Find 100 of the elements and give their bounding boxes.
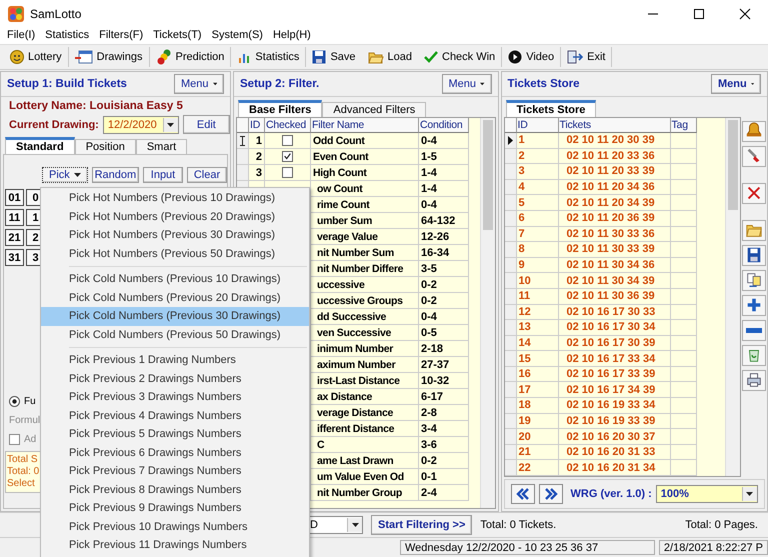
pages-total: Total: 0 Pages. xyxy=(685,519,758,531)
menu-item[interactable]: Tickets(T) xyxy=(148,28,207,44)
menu-item[interactable]: Pick Previous 9 Drawings Numbers xyxy=(41,499,309,518)
zoom-dropdown[interactable]: 100% xyxy=(656,485,758,504)
menu-item[interactable]: Pick Cold Numbers (Previous 20 Drawings) xyxy=(41,288,309,307)
tab[interactable]: Standard xyxy=(5,137,75,154)
column-header[interactable]: Tickets xyxy=(558,118,670,133)
window-title: SamLotto xyxy=(30,7,82,21)
menu-item[interactable]: System(S) xyxy=(206,28,268,44)
table-cell: 2-8 xyxy=(419,405,469,421)
column-header[interactable]: ID xyxy=(516,118,558,133)
table-cell: 5 xyxy=(516,195,558,211)
toolbar-button[interactable] xyxy=(742,220,766,241)
table-cell: ifferent Distance xyxy=(311,421,419,437)
panel-title: Tickets Store xyxy=(508,78,580,90)
toolbar-button[interactable]: Input xyxy=(143,167,183,183)
menu-button[interactable]: Menu xyxy=(174,74,224,94)
start-filtering-button[interactable]: Start Filtering >> xyxy=(371,515,472,535)
table-cell: 02 10 11 20 33 36 xyxy=(558,148,670,164)
toolbar-button[interactable]: Save xyxy=(306,47,362,67)
drawing-date-dropdown[interactable]: 12/2/2020 xyxy=(102,116,179,134)
menu-item[interactable]: Pick Previous 6 Drawings Numbers xyxy=(41,444,309,462)
menu-button[interactable]: Menu xyxy=(442,74,492,94)
column-header[interactable]: Tag xyxy=(670,118,696,133)
table-cell: ax Distance xyxy=(311,389,419,405)
row-header[interactable] xyxy=(237,133,249,149)
menu-item[interactable]: Pick Cold Numbers (Previous 30 Drawings) xyxy=(41,307,309,326)
menu-item[interactable]: Pick Previous 3 Drawings Numbers xyxy=(41,388,309,406)
checkbox[interactable] xyxy=(9,434,20,445)
table-cell: 21 xyxy=(516,444,558,460)
menu-item[interactable]: Pick Previous 1 Drawing Numbers xyxy=(41,351,309,370)
toolbar-button[interactable] xyxy=(742,244,766,266)
column-header[interactable]: ID xyxy=(249,118,265,133)
number-cell[interactable]: 21 xyxy=(5,229,24,246)
previous-page-button[interactable] xyxy=(510,484,534,504)
toolbar-button[interactable]: Prediction xyxy=(150,47,232,67)
table-cell: 3 xyxy=(249,165,265,181)
column-header[interactable]: Condition xyxy=(419,118,469,133)
pick-button[interactable]: Pick xyxy=(42,167,88,183)
row-header[interactable] xyxy=(504,132,516,149)
toolbar-button[interactable]: Load xyxy=(362,47,418,67)
toolbar-button[interactable]: Exit xyxy=(561,47,612,67)
scrollbar[interactable] xyxy=(480,118,494,508)
menu-item[interactable]: Pick Previous 11 Drawings Numbers xyxy=(41,536,309,554)
column-header[interactable]: Filter Name xyxy=(311,118,419,133)
menu-item[interactable]: Help(H) xyxy=(268,28,316,44)
menu-item[interactable]: Pick Cold Numbers (Previous 10 Drawings) xyxy=(41,270,309,288)
table-cell: 0-2 xyxy=(419,453,469,469)
toolbar-button[interactable] xyxy=(742,182,766,204)
option-label: Ad xyxy=(24,434,36,445)
table-cell: 02 10 11 20 33 39 xyxy=(558,164,670,180)
column-header[interactable]: Checked xyxy=(265,118,311,133)
tab[interactable]: Smart xyxy=(136,139,188,154)
toolbar-button[interactable] xyxy=(742,270,766,291)
menu-item[interactable]: Pick Previous 5 Drawings Numbers xyxy=(41,425,309,444)
toolbar-button[interactable] xyxy=(742,146,766,167)
menu-button[interactable]: Menu xyxy=(711,74,761,94)
menu-item[interactable]: Pick Previous 7 Drawings Numbers xyxy=(41,462,309,480)
menu-item[interactable]: File(I) xyxy=(2,28,40,44)
caret-icon xyxy=(167,122,174,126)
table-cell: 6 xyxy=(516,210,558,227)
tab[interactable]: Advanced Filters xyxy=(322,102,426,117)
toolbar-button[interactable]: Lottery xyxy=(4,47,69,67)
scrollbar[interactable] xyxy=(725,118,740,476)
next-page-button[interactable] xyxy=(538,484,562,504)
number-cell[interactable]: 01 xyxy=(5,189,24,206)
toolbar-button[interactable] xyxy=(742,320,766,341)
menu-item[interactable]: Filters(F) xyxy=(94,28,148,44)
menu-item[interactable]: Pick Previous 4 Drawings Numbers xyxy=(41,406,309,425)
toolbar-button[interactable] xyxy=(742,344,766,366)
menu-item[interactable]: Pick Previous 8 Drawings Numbers xyxy=(41,480,309,499)
toolbar-button[interactable]: Clear xyxy=(187,167,227,183)
toolbar-button[interactable]: Check Win xyxy=(418,47,502,67)
save-icon xyxy=(745,246,763,264)
menu-item[interactable]: Pick Previous 2 Drawings Numbers xyxy=(41,370,309,388)
toolbar-button[interactable]: Random xyxy=(92,167,139,183)
checkbox[interactable] xyxy=(282,135,293,146)
toolbar-button[interactable]: Drawings xyxy=(68,47,150,67)
checkbox[interactable] xyxy=(282,151,293,162)
table-cell: 16-34 xyxy=(419,245,469,261)
toolbar-button[interactable]: Statistics xyxy=(231,47,306,67)
tab[interactable]: Base Filters xyxy=(238,100,322,117)
toolbar-button[interactable]: Video xyxy=(502,47,562,67)
table-cell xyxy=(670,398,696,414)
table-cell: 0-1 xyxy=(419,469,469,485)
tab[interactable]: Position xyxy=(74,139,136,154)
table-cell: 18 xyxy=(516,398,558,414)
number-cell[interactable]: 31 xyxy=(5,249,24,266)
toolbar-button[interactable] xyxy=(742,120,766,142)
toolbar-button[interactable] xyxy=(742,370,766,391)
menu-item[interactable]: Pick Cold Numbers (Previous 50 Drawings) xyxy=(41,326,309,344)
checkbox[interactable] xyxy=(282,167,293,178)
toolbar-button[interactable] xyxy=(742,294,766,316)
table-cell: 2-18 xyxy=(419,341,469,357)
number-cell[interactable]: 11 xyxy=(5,209,24,226)
menu-item[interactable]: Statistics xyxy=(40,28,94,44)
edit-button[interactable]: Edit xyxy=(182,115,230,134)
tab[interactable]: Tickets Store xyxy=(506,100,596,117)
radio-button[interactable] xyxy=(9,396,20,407)
table-cell: 0-4 xyxy=(419,197,469,213)
